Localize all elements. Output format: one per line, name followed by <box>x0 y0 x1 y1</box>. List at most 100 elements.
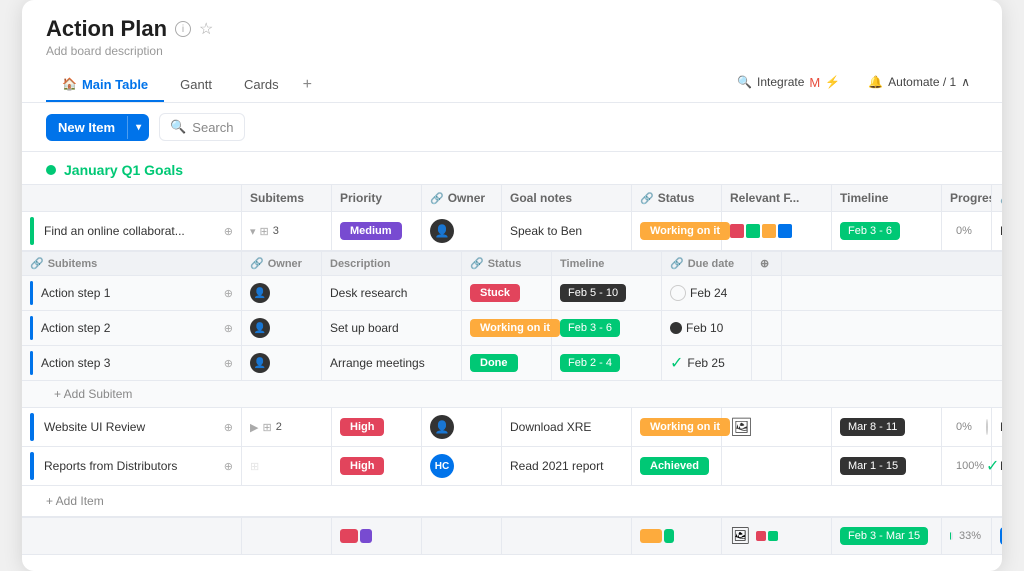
sub-desc-cell: Arrange meetings <box>322 346 462 380</box>
sum-priority <box>332 518 422 554</box>
status-badge: Achieved <box>640 457 709 475</box>
sum-empty-owner <box>422 518 502 554</box>
toolbar: New Item ▾ 🔍 Search <box>22 103 1002 152</box>
board-actions-right: 🔍 Integrate M ⚡ 🔔 Automate / 1 ∧ <box>729 71 978 100</box>
sum-progress-pct: 33% <box>959 530 983 542</box>
new-item-button[interactable]: New Item ▾ <box>46 114 149 141</box>
col-timeline: Timeline <box>832 185 942 211</box>
sub-col-timeline: Timeline <box>552 252 662 275</box>
tab-cards[interactable]: Cards <box>228 69 295 102</box>
board-title: Action Plan <box>46 16 167 42</box>
col-owner: 🔗Owner <box>422 185 502 211</box>
add-tab-button[interactable]: + <box>295 68 320 102</box>
timeline-cell[interactable]: Mar 1 - 15 <box>832 447 942 485</box>
add-item-button[interactable]: + Add Item <box>22 486 1002 516</box>
sub-owner-cell[interactable]: 👤 <box>242 346 322 380</box>
priority-cell[interactable]: High <box>332 447 422 485</box>
task-options-icon[interactable]: ⊕ <box>224 421 233 434</box>
sub-status-badge: Done <box>470 354 518 372</box>
progress-cell[interactable]: 0% <box>942 212 992 250</box>
info-icon[interactable]: i <box>175 21 191 37</box>
sub-options-icon[interactable]: ⊕ <box>224 287 233 300</box>
task-row: Reports from Distributors ⊕ ⊞ High HC Re… <box>22 447 1002 486</box>
owner-cell[interactable]: HC <box>422 447 502 485</box>
due-date-cell: Mar 12 <box>992 408 1002 446</box>
collapse-icon[interactable]: ▾ <box>250 225 256 238</box>
sub-timeline-badge: Feb 5 - 10 <box>560 284 626 302</box>
sub-timeline-cell[interactable]: Feb 3 - 6 <box>552 311 662 345</box>
status-badge: Working on it <box>640 418 730 436</box>
sub-avatar: 👤 <box>250 353 270 373</box>
subitem-row: Action step 3 ⊕ 👤 Arrange meetings Done … <box>22 346 1002 381</box>
owner-cell[interactable]: 👤 <box>422 408 502 446</box>
sub-options-icon[interactable]: ⊕ <box>224 322 233 335</box>
timeline-badge: Mar 1 - 15 <box>840 457 906 475</box>
status-cell[interactable]: Working on it <box>632 408 722 446</box>
sub-col-status: 🔗Status <box>462 252 552 275</box>
sum-empty-2 <box>242 518 332 554</box>
sub-status-cell[interactable]: Done <box>462 346 552 380</box>
new-item-dropdown-icon[interactable]: ▾ <box>127 116 149 139</box>
sub-timeline-cell[interactable]: Feb 2 - 4 <box>552 346 662 380</box>
sub-col-add[interactable]: ⊕ <box>752 252 782 275</box>
board-subtitle[interactable]: Add board description <box>46 44 978 58</box>
sum-empty-1 <box>22 518 242 554</box>
sub-options-icon[interactable]: ⊕ <box>224 357 233 370</box>
sub-col-description: Description <box>322 252 462 275</box>
sub-status-cell[interactable]: Working on it <box>462 311 552 345</box>
due-circle-dark <box>670 322 682 334</box>
task-options-icon[interactable]: ⊕ <box>224 460 233 473</box>
priority-cell[interactable]: High <box>332 408 422 446</box>
status-badge: Working on it <box>640 222 730 240</box>
task-name: Reports from Distributors <box>44 459 220 473</box>
task-name-cell: Find an online collaborat... ⊕ <box>22 212 242 250</box>
subitems-count-cell[interactable]: ⊞ <box>242 447 332 485</box>
timeline-cell[interactable]: Mar 8 - 11 <box>832 408 942 446</box>
search-icon: 🔍 <box>737 75 752 89</box>
status-cell[interactable]: Working on it <box>632 212 722 250</box>
tab-gantt[interactable]: Gantt <box>164 69 228 102</box>
status-cell[interactable]: Achieved <box>632 447 722 485</box>
sum-empty-notes <box>502 518 632 554</box>
expand-icon[interactable]: ▶ <box>250 421 258 434</box>
progress-cell[interactable]: 0% <box>942 408 992 446</box>
subitems-icon: ⊞ <box>262 421 271 434</box>
tab-main-table[interactable]: 🏠 Main Table <box>46 69 164 102</box>
group-color-dot <box>46 165 56 175</box>
external-icon: ⚡ <box>825 75 840 89</box>
progress-cell[interactable]: 100% ✓ <box>942 447 992 485</box>
board-tabs: 🏠 Main Table Gantt Cards + <box>46 68 320 102</box>
sub-desc-cell: Set up board <box>322 311 462 345</box>
integrate-button[interactable]: 🔍 Integrate M ⚡ <box>729 71 848 94</box>
avatar: 👤 <box>430 415 454 439</box>
priority-badge: Medium <box>340 222 402 240</box>
add-subitem-button[interactable]: + Add Subitem <box>22 381 1002 407</box>
notes-cell: Download XRE <box>502 408 632 446</box>
owner-cell[interactable]: 👤 <box>422 212 502 250</box>
sum-status <box>632 518 722 554</box>
subitems-count-cell[interactable]: ▶ ⊞ 2 <box>242 408 332 446</box>
sub-name-cell: Action step 3 ⊕ <box>22 346 242 380</box>
relevant-cell[interactable] <box>722 447 832 485</box>
sub-owner-cell[interactable]: 👤 <box>242 311 322 345</box>
subitems-count-cell[interactable]: ▾ ⊞ 3 <box>242 212 332 250</box>
sum-due-date-badge: Feb 9 - Mar 22 <box>1000 527 1002 545</box>
sum-progress: 33% <box>942 518 992 554</box>
task-options-icon[interactable]: ⊕ <box>224 225 233 238</box>
automate-button[interactable]: 🔔 Automate / 1 ∧ <box>860 71 978 93</box>
sub-due-cell: Feb 10 <box>662 311 752 345</box>
sub-status-cell[interactable]: Stuck <box>462 276 552 310</box>
task-color-bar <box>30 413 34 441</box>
board-header: Action Plan i ☆ Add board description 🏠 … <box>22 0 1002 103</box>
sub-col-due-date: 🔗Due date <box>662 252 752 275</box>
progress-pct: 100% <box>956 460 980 472</box>
sub-timeline-cell[interactable]: Feb 5 - 10 <box>552 276 662 310</box>
timeline-cell[interactable]: Feb 3 - 6 <box>832 212 942 250</box>
relevant-cell[interactable]: 🖼 <box>722 408 832 446</box>
priority-cell[interactable]: Medium <box>332 212 422 250</box>
relevant-cell[interactable] <box>722 212 832 250</box>
sub-owner-cell[interactable]: 👤 <box>242 276 322 310</box>
search-box[interactable]: 🔍 Search <box>159 113 244 141</box>
star-icon[interactable]: ☆ <box>199 19 213 39</box>
sum-relevant: 🖼 <box>722 518 832 554</box>
